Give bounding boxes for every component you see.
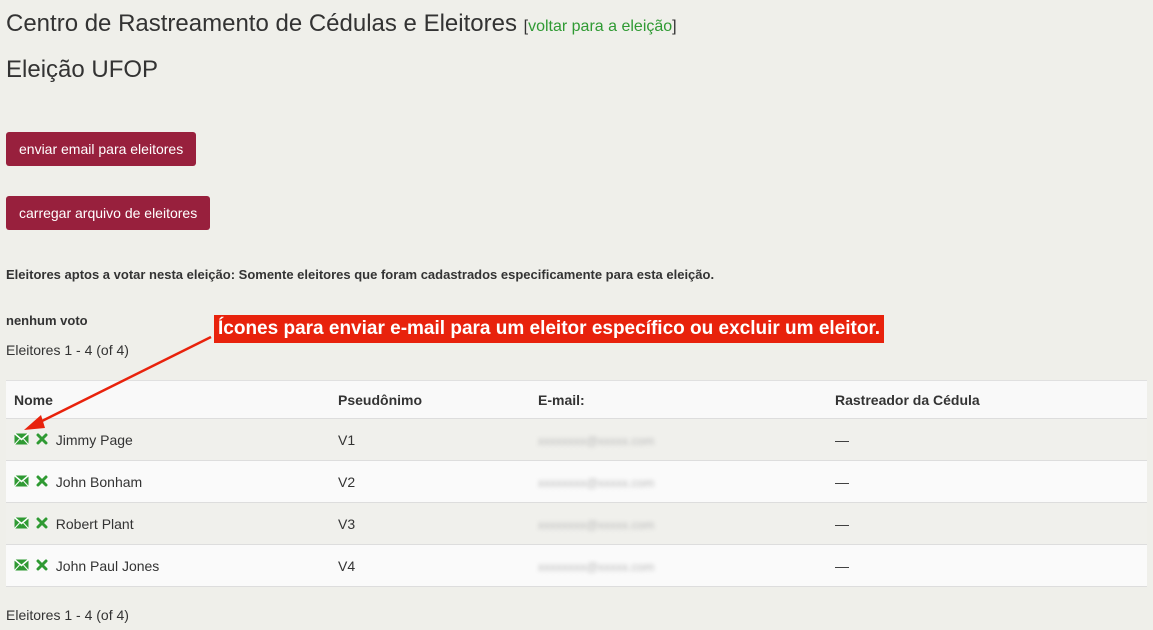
cell-name: Jimmy Page [6, 418, 330, 461]
upload-voters-button[interactable]: carregar arquivo de eleitores [6, 196, 211, 230]
voters-table: Nome Pseudônimo E-mail: Rastreador da Cé… [6, 380, 1147, 587]
page-title-text: Centro de Rastreamento de Cédulas e Elei… [6, 10, 517, 37]
table-row: Robert Plant V3 xxxxxxxx@xxxxx.com — [6, 502, 1147, 545]
x-delete-icon[interactable] [36, 432, 48, 448]
table-header-row: Nome Pseudônimo E-mail: Rastreador da Cé… [6, 380, 1147, 419]
pagination-bottom: Eleitores 1 - 4 (of 4) [6, 607, 129, 623]
cell-pseudonym: V4 [330, 544, 530, 587]
envelope-icon[interactable] [14, 474, 29, 490]
voter-name: Jimmy Page [55, 432, 133, 449]
cell-pseudonym: V2 [330, 460, 530, 503]
eligibility-text: Eleitores aptos a votar nesta eleição: S… [6, 267, 715, 282]
envelope-icon[interactable] [14, 432, 29, 448]
cell-name: Robert Plant [6, 502, 330, 545]
cell-pseudonym: V3 [330, 502, 530, 545]
voter-name: John Bonham [55, 474, 143, 491]
envelope-icon[interactable] [14, 516, 29, 532]
x-delete-icon[interactable] [36, 474, 48, 490]
voter-email-blurred: xxxxxxxx@xxxxx.com [538, 433, 655, 448]
cell-name: John Paul Jones [6, 544, 330, 587]
cell-email: xxxxxxxx@xxxxx.com [530, 460, 827, 503]
table-row: John Paul Jones V4 xxxxxxxx@xxxxx.com — [6, 544, 1147, 587]
table-row: John Bonham V2 xxxxxxxx@xxxxx.com — [6, 460, 1147, 503]
table-row: Jimmy Page V1 xxxxxxxx@xxxxx.com — [6, 418, 1147, 461]
voter-email-blurred: xxxxxxxx@xxxxx.com [538, 559, 655, 574]
cell-pseudonym: V1 [330, 418, 530, 461]
cell-email: xxxxxxxx@xxxxx.com [530, 502, 827, 545]
header-name: Nome [6, 380, 330, 419]
back-to-election-link[interactable]: voltar para a eleição [528, 18, 672, 35]
x-delete-icon[interactable] [36, 516, 48, 532]
cell-ballot-tracker: — [827, 544, 1147, 587]
envelope-icon[interactable] [14, 558, 29, 574]
back-link-close: ] [672, 18, 677, 35]
cell-ballot-tracker: — [827, 460, 1147, 503]
voter-name: Robert Plant [55, 516, 134, 533]
page-title: Centro de Rastreamento de Cédulas e Elei… [6, 10, 677, 41]
no-votes-label: nenhum voto [6, 313, 88, 328]
election-name: Eleição UFOP [6, 56, 159, 83]
email-voters-button[interactable]: enviar email para eleitores [6, 132, 197, 166]
pagination-top: Eleitores 1 - 4 (of 4) [6, 342, 129, 358]
cell-email: xxxxxxxx@xxxxx.com [530, 418, 827, 461]
cell-email: xxxxxxxx@xxxxx.com [530, 544, 827, 587]
cell-ballot-tracker: — [827, 502, 1147, 545]
voter-email-blurred: xxxxxxxx@xxxxx.com [538, 517, 655, 532]
header-pseudonym: Pseudônimo [330, 380, 530, 419]
header-email: E-mail: [530, 380, 827, 419]
x-delete-icon[interactable] [36, 558, 48, 574]
voter-name: John Paul Jones [55, 558, 160, 575]
cell-ballot-tracker: — [827, 418, 1147, 461]
back-to-election: [voltar para a eleição] [524, 18, 677, 35]
header-ballot-tracker: Rastreador da Cédula [827, 380, 1147, 419]
annotation-callout: Ícones para enviar e-mail para um eleito… [214, 315, 885, 343]
cell-name: John Bonham [6, 460, 330, 503]
voter-email-blurred: xxxxxxxx@xxxxx.com [538, 475, 655, 490]
